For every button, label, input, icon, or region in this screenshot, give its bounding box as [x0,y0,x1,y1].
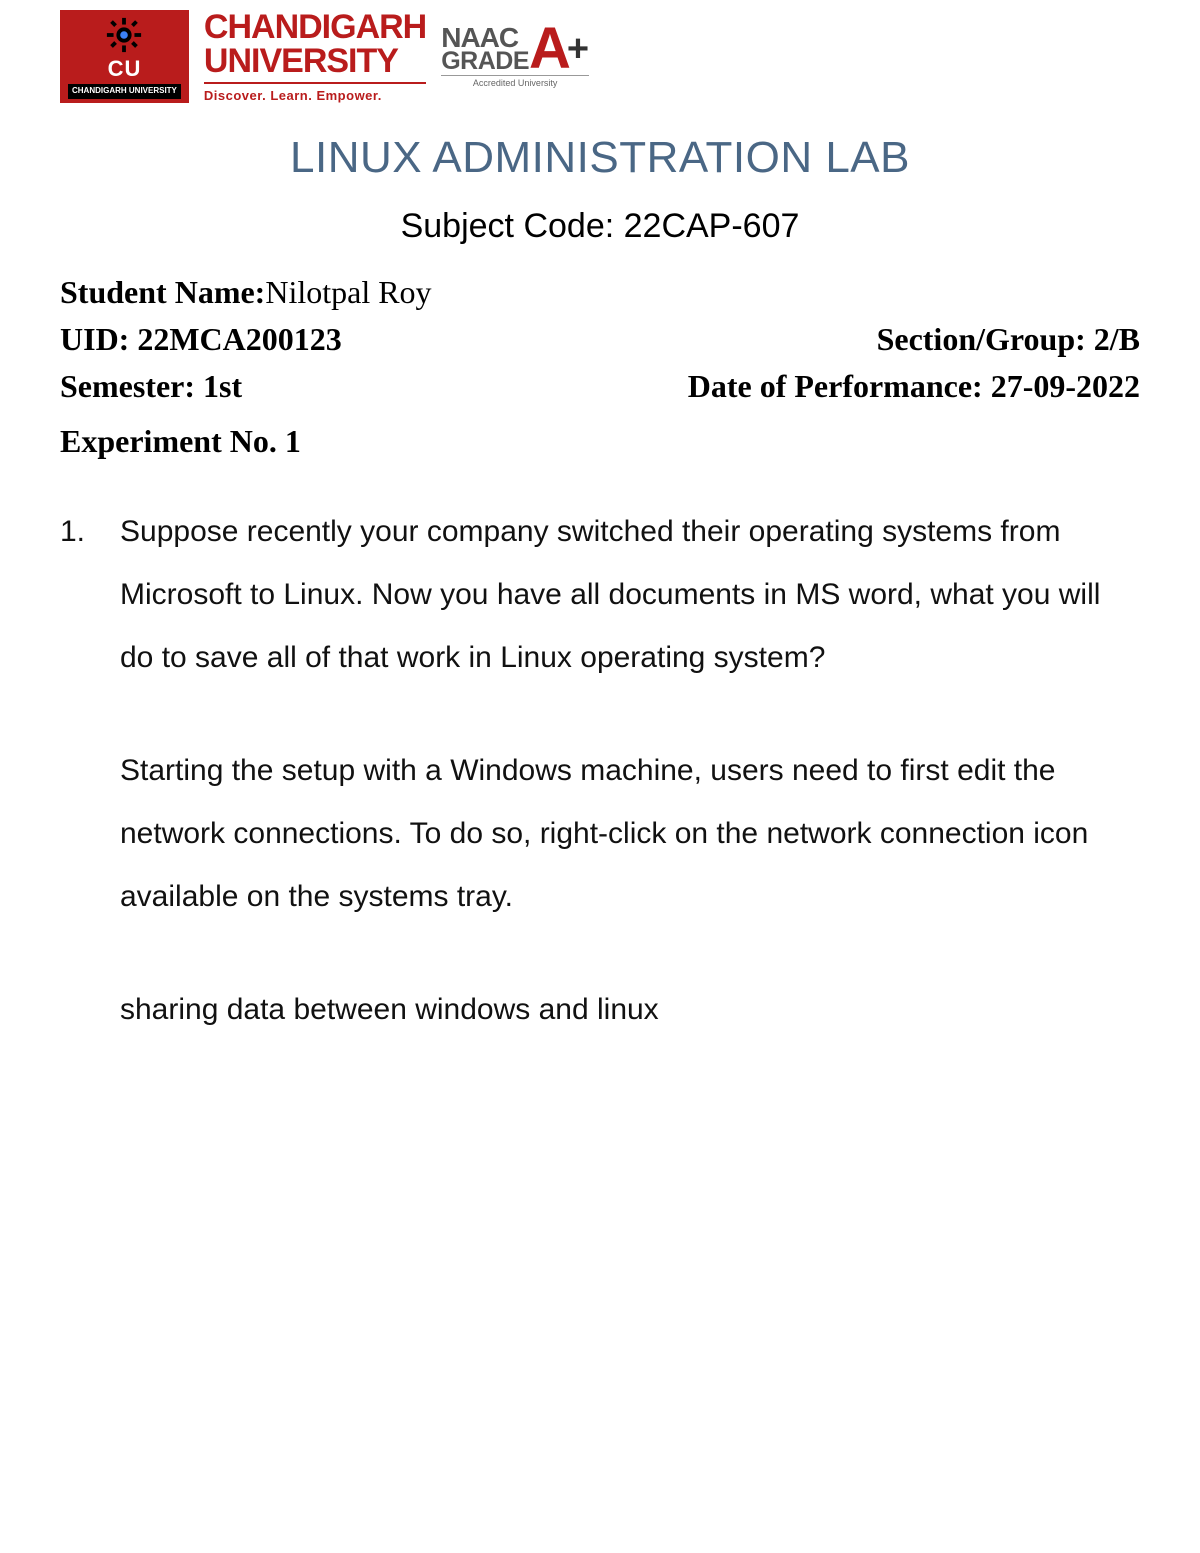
question-answer: Starting the setup with a Windows machin… [120,739,1140,928]
section-label: Section/Group: [877,321,1094,357]
subject-code-value: 22CAP-607 [624,207,800,245]
question-subheading: sharing data between windows and linux [120,978,1140,1041]
semester-label: Semester: [60,368,203,404]
university-name-line2: UNIVERSITY [204,44,426,78]
date-label: Date of Performance: [688,368,991,404]
semester-value: 1st [203,368,242,404]
question-number: 1. [60,500,120,1041]
naac-top-row: NAAC GRADE A + [441,25,589,73]
header-logos: CU CHANDIGARH UNIVERSITY CHANDIGARH UNIV… [60,10,1140,103]
section-block: Section/Group: 2/B [877,321,1140,358]
section-value: 2/B [1094,321,1140,357]
cu-badge-subtext: CHANDIGARH UNIVERSITY [68,84,181,99]
date-block: Date of Performance: 27-09-2022 [688,368,1140,405]
naac-block: NAAC GRADE A + Accredited University [441,25,589,88]
uid-block: UID: 22MCA200123 [60,321,342,358]
question-content: Suppose recently your company switched t… [120,500,1140,1041]
naac-plus: + [567,34,589,64]
gear-icon [105,16,143,54]
question-block: 1. Suppose recently your company switche… [60,500,1140,1041]
uid-section-row: UID: 22MCA200123 Section/Group: 2/B [60,321,1140,358]
university-name-block: CHANDIGARH UNIVERSITY Discover. Learn. E… [204,10,426,103]
subject-code-label: Subject Code: [401,207,624,245]
student-name-value: Nilotpal Roy [265,274,431,311]
uid-value: 22MCA200123 [137,321,341,357]
naac-text: NAAC GRADE [441,25,529,73]
semester-date-row: Semester: 1st Date of Performance: 27-09… [60,368,1140,405]
experiment-heading: Experiment No. 1 [60,423,1140,460]
naac-line2: GRADE [441,50,529,73]
uid-label: UID: [60,321,137,357]
date-value: 27-09-2022 [991,368,1140,404]
semester-block: Semester: 1st [60,368,242,405]
university-tagline: Discover. Learn. Empower. [204,82,426,103]
question-text: Suppose recently your company switched t… [120,500,1140,689]
page-title: LINUX ADMINISTRATION LAB [60,133,1140,183]
cu-badge-text: CU [108,56,142,82]
cu-logo-badge: CU CHANDIGARH UNIVERSITY [60,10,189,103]
university-name-line1: CHANDIGARH [204,10,426,44]
student-name-line: Student Name: Nilotpal Roy [60,274,1140,311]
naac-grade: A + [529,26,589,72]
subject-code-line: Subject Code: 22CAP-607 [60,207,1140,246]
document-page: CU CHANDIGARH UNIVERSITY CHANDIGARH UNIV… [0,0,1200,1101]
student-name-label: Student Name: [60,274,265,311]
naac-grade-letter: A [529,26,571,72]
